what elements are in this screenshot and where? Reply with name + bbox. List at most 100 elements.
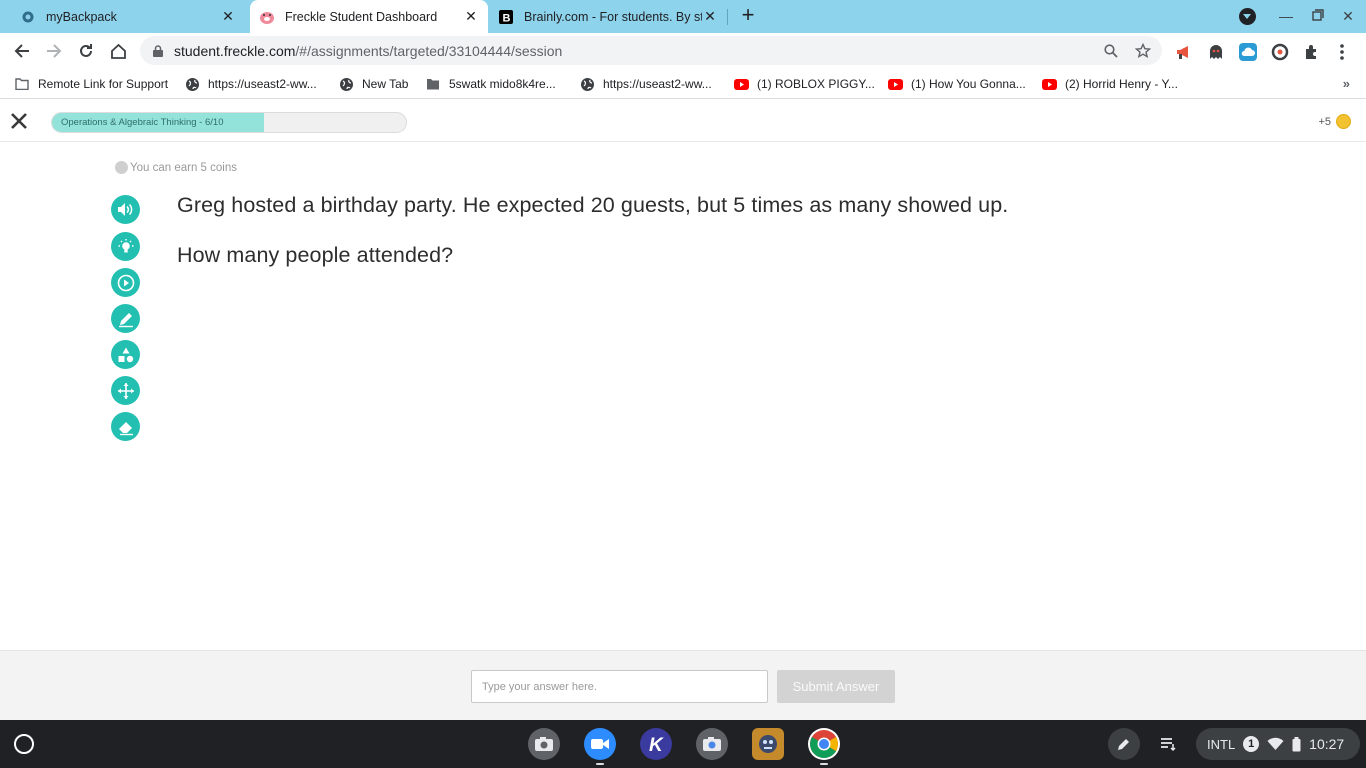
bookmark-label: (2) Horrid Henry - Y... bbox=[1065, 77, 1178, 91]
coins-total: +5 bbox=[1318, 114, 1351, 129]
url-text: student.freckle.com/#/assignments/target… bbox=[174, 43, 563, 59]
chromeos-shelf: K INTL 1 10:27 bbox=[0, 720, 1366, 768]
reload-icon[interactable] bbox=[74, 39, 98, 63]
browser-toolbar: student.freckle.com/#/assignments/target… bbox=[0, 33, 1366, 69]
bookmark-label: 5swatk mido8k4re... bbox=[449, 77, 556, 91]
k-app-icon[interactable]: K bbox=[640, 728, 672, 760]
bookmarks-bar: Remote Link for Support https://useast2-… bbox=[0, 69, 1366, 99]
earn-coins-hint: You can earn 5 coins bbox=[115, 161, 237, 174]
speaker-icon[interactable] bbox=[111, 195, 140, 224]
notification-count-badge: 1 bbox=[1243, 736, 1260, 752]
question-text-line1: Greg hosted a birthday party. He expecte… bbox=[177, 193, 1009, 217]
video-play-icon[interactable] bbox=[111, 268, 140, 297]
kebab-menu-icon[interactable] bbox=[1335, 43, 1349, 61]
bookmark-label: (1) ROBLOX PIGGY... bbox=[757, 77, 875, 91]
coins-total-text: +5 bbox=[1318, 115, 1331, 128]
new-tab-plus-icon[interactable]: + bbox=[737, 4, 759, 27]
restore-icon[interactable] bbox=[1309, 7, 1327, 25]
screenshot-app-icon[interactable] bbox=[696, 728, 728, 760]
tab-title: Freckle Student Dashboard bbox=[285, 9, 438, 24]
wifi-icon bbox=[1267, 737, 1284, 751]
svg-text:B: B bbox=[503, 12, 511, 24]
globe-icon bbox=[184, 76, 200, 92]
megaphone-extension-icon[interactable] bbox=[1175, 43, 1193, 61]
bookmark-label: https://useast2-ww... bbox=[208, 77, 317, 91]
chrome-app-icon[interactable] bbox=[808, 728, 840, 760]
bookmark-new-tab[interactable]: New Tab bbox=[338, 75, 408, 93]
tab-close-icon[interactable]: ✕ bbox=[702, 8, 718, 25]
bookmark-label: (1) How You Gonna... bbox=[911, 77, 1026, 91]
ime-indicator: INTL bbox=[1207, 736, 1236, 752]
bookmark-horrid-henry[interactable]: (2) Horrid Henry - Y... bbox=[1041, 75, 1178, 93]
coin-icon bbox=[1336, 114, 1351, 129]
answer-input[interactable] bbox=[471, 670, 768, 703]
stylus-tools-pen-icon[interactable] bbox=[1108, 728, 1140, 760]
tab-mybackpack[interactable]: myBackpack ✕ bbox=[12, 0, 244, 33]
hint-lightbulb-icon[interactable] bbox=[111, 232, 140, 261]
earn-coins-text: You can earn 5 coins bbox=[130, 161, 237, 174]
address-bar[interactable]: student.freckle.com/#/assignments/target… bbox=[140, 36, 1162, 65]
bookmark-label: https://useast2-ww... bbox=[603, 77, 712, 91]
back-arrow-icon[interactable] bbox=[10, 39, 34, 63]
brainly-favicon: B bbox=[498, 9, 514, 25]
submit-answer-button[interactable]: Submit Answer bbox=[777, 670, 895, 703]
zoom-running-indicator bbox=[596, 763, 604, 765]
bookmark-label: Remote Link for Support bbox=[38, 77, 169, 91]
tab-close-icon[interactable]: ✕ bbox=[220, 8, 236, 25]
lesson-header: Operations & Algebraic Thinking - 6/10 +… bbox=[0, 100, 1366, 142]
battery-icon bbox=[1292, 736, 1301, 752]
tab-strip: myBackpack ✕ Freckle Student Dashboard ✕… bbox=[0, 0, 1366, 33]
close-window-icon[interactable]: ✕ bbox=[1339, 7, 1357, 25]
game-app-icon[interactable] bbox=[752, 728, 784, 760]
bookmark-star-icon[interactable] bbox=[1134, 42, 1152, 60]
youtube-icon bbox=[887, 76, 903, 92]
launcher-circle-icon[interactable] bbox=[14, 734, 34, 754]
exit-lesson-close-icon[interactable] bbox=[9, 111, 29, 131]
tab-separator bbox=[727, 9, 728, 25]
minimize-icon[interactable]: — bbox=[1277, 7, 1295, 25]
status-area[interactable]: INTL 1 10:27 bbox=[1196, 728, 1360, 760]
chrome-running-indicator bbox=[820, 763, 828, 765]
bookmark-roblox-piggy[interactable]: (1) ROBLOX PIGGY... bbox=[733, 75, 875, 93]
tab-title: myBackpack bbox=[46, 9, 117, 24]
camera-app-icon[interactable] bbox=[528, 728, 560, 760]
tab-freckle[interactable]: Freckle Student Dashboard ✕ bbox=[250, 0, 488, 33]
bookmark-folder-5swatk[interactable]: 5swatk mido8k4re... bbox=[425, 75, 556, 93]
coin-gray-icon bbox=[115, 161, 128, 174]
lifebuoy-extension-icon[interactable] bbox=[1271, 43, 1289, 61]
folder-icon bbox=[14, 76, 30, 92]
youtube-icon bbox=[1041, 76, 1057, 92]
tab-brainly[interactable]: B Brainly.com - For students. By stu ✕ bbox=[490, 0, 726, 33]
progress-label: Operations & Algebraic Thinking - 6/10 bbox=[61, 117, 224, 128]
clipboard-tray-icon[interactable] bbox=[1152, 728, 1184, 760]
bookmark-useast2-1[interactable]: https://useast2-ww... bbox=[184, 75, 317, 93]
puzzle-extensions-icon[interactable] bbox=[1303, 43, 1321, 61]
lock-icon bbox=[153, 44, 163, 57]
ghost-extension-icon[interactable] bbox=[1207, 43, 1225, 61]
bookmark-remote-link[interactable]: Remote Link for Support bbox=[14, 75, 168, 93]
tab-search-icon[interactable] bbox=[1239, 8, 1256, 25]
tab-close-icon[interactable]: ✕ bbox=[463, 8, 479, 25]
freckle-pig-favicon bbox=[259, 9, 275, 25]
zoom-app-icon[interactable] bbox=[584, 728, 616, 760]
bookmarks-overflow-chevron-icon[interactable]: » bbox=[1343, 76, 1350, 91]
pencil-icon[interactable] bbox=[111, 304, 140, 333]
answer-bar: Submit Answer bbox=[0, 650, 1366, 720]
bookmark-useast2-2[interactable]: https://useast2-ww... bbox=[579, 75, 712, 93]
forward-arrow-icon[interactable] bbox=[42, 39, 66, 63]
shapes-icon[interactable] bbox=[111, 340, 140, 369]
backpack-favicon bbox=[20, 9, 36, 25]
home-icon[interactable] bbox=[106, 39, 130, 63]
svg-text:K: K bbox=[649, 735, 664, 754]
question-text-line2: How many people attended? bbox=[177, 243, 454, 267]
move-arrows-icon[interactable] bbox=[111, 376, 140, 405]
eraser-icon[interactable] bbox=[111, 412, 140, 441]
globe-icon bbox=[579, 76, 595, 92]
tab-title: Brainly.com - For students. By stu bbox=[524, 9, 702, 24]
cloud-extension-icon[interactable] bbox=[1239, 43, 1257, 61]
youtube-icon bbox=[733, 76, 749, 92]
globe-icon bbox=[338, 76, 354, 92]
folder-icon bbox=[425, 76, 441, 92]
zoom-icon[interactable] bbox=[1102, 42, 1120, 60]
bookmark-how-you-gonna[interactable]: (1) How You Gonna... bbox=[887, 75, 1026, 93]
